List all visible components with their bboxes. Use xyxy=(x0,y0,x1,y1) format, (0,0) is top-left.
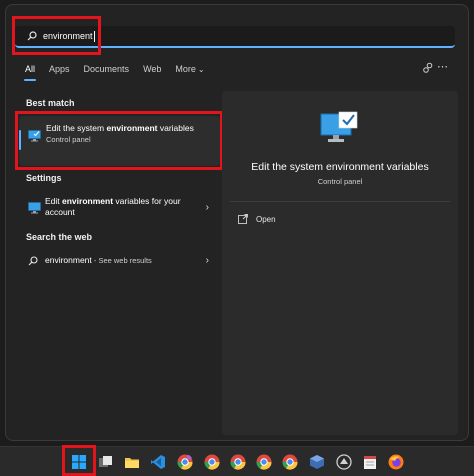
detail-pane: Edit the system environment variables Co… xyxy=(222,91,458,435)
settings-item[interactable]: Edit environment variables for your acco… xyxy=(19,193,215,223)
open-label: Open xyxy=(256,214,276,224)
filter-tabs: All Apps Documents Web More ⌄ xyxy=(23,64,205,81)
web-search-query: environment xyxy=(45,255,92,265)
settings-text-bold: environment xyxy=(62,196,114,206)
detail-title: Edit the system environment variables xyxy=(251,161,429,173)
file-explorer-icon[interactable] xyxy=(124,454,140,470)
tab-web[interactable]: Web xyxy=(143,64,161,74)
vscode-icon[interactable] xyxy=(150,454,166,470)
chrome-icon[interactable] xyxy=(256,454,272,470)
settings-text-pre: Edit xyxy=(45,196,63,206)
search-web-heading: Search the web xyxy=(26,232,93,242)
firefox-icon[interactable] xyxy=(388,454,404,470)
web-search-text: environment - See web results xyxy=(45,255,205,266)
detail-divider xyxy=(230,201,450,202)
system-properties-icon xyxy=(320,111,358,142)
web-search-item[interactable]: environment - See web results › xyxy=(19,251,215,271)
account-switch-icon[interactable] xyxy=(422,62,434,74)
settings-heading: Settings xyxy=(26,173,62,183)
virtualbox-icon[interactable] xyxy=(309,454,325,470)
tab-apps[interactable]: Apps xyxy=(49,64,70,74)
chrome-icon[interactable] xyxy=(282,454,298,470)
highlight-search xyxy=(12,16,101,55)
chrome-profile-icon[interactable] xyxy=(177,454,193,470)
highlight-start-button xyxy=(62,445,96,476)
web-search-suffix: - See web results xyxy=(91,256,152,265)
tab-documents[interactable]: Documents xyxy=(84,64,130,74)
open-action[interactable]: Open xyxy=(238,214,276,224)
chevron-right-icon: › xyxy=(205,255,209,266)
detail-subtitle: Control panel xyxy=(317,177,363,186)
chrome-icon[interactable] xyxy=(204,454,220,470)
best-match-heading: Best match xyxy=(26,98,75,108)
search-icon xyxy=(28,256,38,266)
chevron-right-icon: › xyxy=(205,202,209,213)
notepad-icon[interactable] xyxy=(362,454,378,470)
tab-more[interactable]: More ⌄ xyxy=(175,64,204,74)
settings-item-text: Edit environment variables for your acco… xyxy=(45,196,185,218)
task-view-icon[interactable] xyxy=(98,454,114,470)
tab-more-label: More xyxy=(175,64,196,74)
app-icon[interactable] xyxy=(336,454,352,470)
highlight-best-match xyxy=(15,111,223,170)
chrome-icon[interactable] xyxy=(230,454,246,470)
open-external-icon xyxy=(238,214,248,224)
chevron-down-icon: ⌄ xyxy=(197,65,205,74)
tab-all[interactable]: All xyxy=(23,64,37,81)
system-properties-icon xyxy=(28,202,41,214)
more-options-icon[interactable]: ⋯ xyxy=(437,62,448,73)
